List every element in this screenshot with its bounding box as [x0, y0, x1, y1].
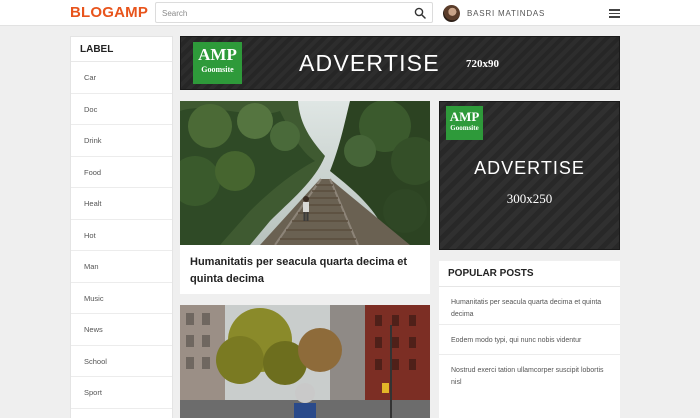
label-item-music[interactable]: Music [71, 283, 172, 314]
hamburger-menu-icon[interactable] [609, 9, 620, 18]
sidebar-title: LABEL [71, 37, 172, 62]
popular-post-item[interactable]: Eodem modo typi, qui nunc nobis videntur [439, 325, 620, 355]
label-item-doc[interactable]: Doc [71, 94, 172, 125]
label-item-man[interactable]: Man [71, 251, 172, 283]
amp-logo-text: AMP [449, 109, 480, 124]
leaderboard-ad[interactable]: AMP Goomsite ADVERTISE 720x90 [180, 36, 620, 90]
post-thumbnail-railway[interactable] [180, 101, 430, 245]
ad-title: ADVERTISE [299, 50, 440, 76]
popular-posts-widget: POPULAR POSTS Humanitatis per seacula qu… [439, 261, 620, 418]
popular-posts-list: Humanitatis per seacula quarta decima et… [439, 287, 620, 395]
post-thumbnail-street[interactable] [180, 305, 430, 418]
label-item-drink[interactable]: Drink [71, 125, 172, 157]
label-item-car[interactable]: Car [71, 62, 172, 94]
label-sidebar: LABEL Car Doc Drink Food Healt Hot Man M… [70, 36, 173, 418]
search-input[interactable] [162, 6, 407, 20]
label-item-sport[interactable]: Sport [71, 377, 172, 409]
popular-post-item[interactable]: Nostrud exerci tation ullamcorper suscip… [439, 355, 620, 395]
user-name[interactable]: BASRI MATINDAS [467, 9, 545, 18]
amp-logo: AMP Goomsite [446, 106, 483, 140]
label-item-healt[interactable]: Healt [71, 188, 172, 220]
ad-size: 300x250 [506, 191, 553, 206]
amp-logo-subtext: Goomsite [450, 124, 479, 132]
user-profile[interactable]: BASRI MATINDAS [443, 3, 545, 23]
amp-logo-text: AMP [198, 45, 237, 64]
post-title[interactable]: Humanitatis per seacula quarta decima et… [190, 254, 422, 288]
site-logo[interactable]: BLOGAMP [70, 4, 148, 21]
label-item-hot[interactable]: Hot [71, 220, 172, 251]
label-item-news[interactable]: News [71, 314, 172, 346]
amp-logo: AMP Goomsite [193, 42, 242, 84]
top-header: BLOGAMP BASRI MATINDAS [0, 0, 700, 26]
ad-title: ADVERTISE [474, 158, 585, 178]
sidebar-rect-ad[interactable]: AMP Goomsite ADVERTISE 300x250 [439, 101, 620, 250]
label-list: Car Doc Drink Food Healt Hot Man Music N… [71, 62, 172, 409]
amp-logo-subtext: Goomsite [201, 65, 234, 74]
search-icon[interactable] [414, 7, 426, 19]
avatar[interactable] [443, 4, 460, 22]
ad-size: 720x90 [466, 58, 499, 70]
post-card[interactable]: Humanitatis per seacula quarta decima et… [180, 101, 430, 294]
label-item-food[interactable]: Food [71, 157, 172, 188]
popular-post-item[interactable]: Humanitatis per seacula quarta decima et… [439, 287, 620, 325]
label-item-school[interactable]: School [71, 346, 172, 377]
search-box[interactable] [155, 2, 433, 23]
popular-posts-title: POPULAR POSTS [439, 261, 620, 287]
